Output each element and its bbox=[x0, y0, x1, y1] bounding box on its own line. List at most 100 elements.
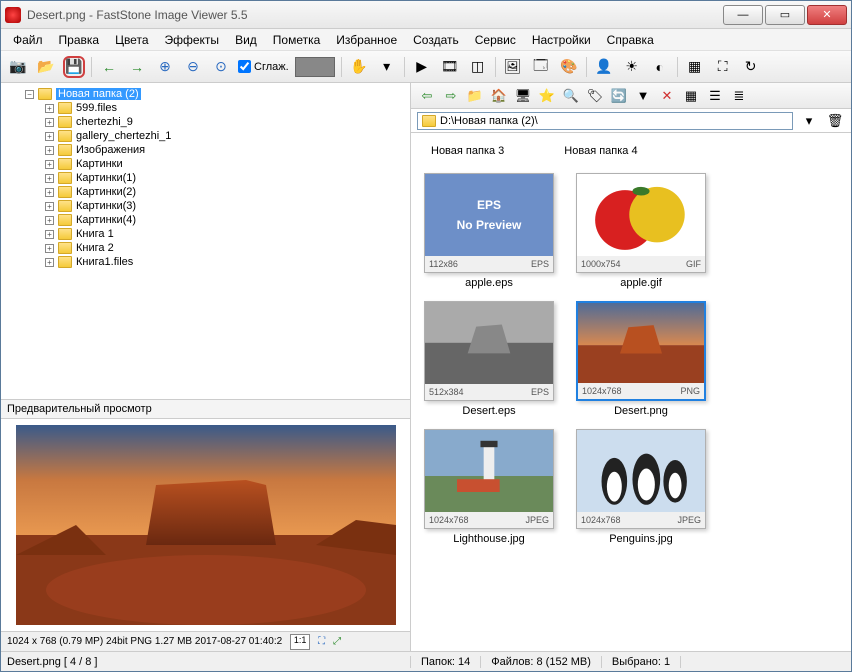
thumbnail[interactable]: 512x384EPSDesert.eps bbox=[419, 301, 559, 417]
preview-image[interactable] bbox=[1, 419, 410, 631]
menu-file[interactable]: Файл bbox=[7, 31, 49, 49]
tree-item[interactable]: +gallery_chertezhi_1 bbox=[5, 129, 406, 143]
smooth-checkbox[interactable]: Сглаж. bbox=[238, 60, 289, 73]
tree-root[interactable]: − Новая папка (2) bbox=[5, 87, 406, 101]
expand-icon[interactable]: + bbox=[45, 230, 54, 239]
thumb-box[interactable]: 1024x768PNG bbox=[576, 301, 706, 401]
desktop-icon[interactable]: 🖥 bbox=[513, 86, 533, 106]
contrast-icon[interactable]: ◐ bbox=[649, 56, 671, 78]
thumb-box[interactable]: 1000x754GIF bbox=[576, 173, 706, 273]
thumbnails-area[interactable]: Новая папка 3 Новая папка 4 EPSNo Previe… bbox=[411, 133, 851, 651]
open-icon[interactable]: 📂 bbox=[35, 56, 57, 78]
thumb-box[interactable]: 512x384EPS bbox=[424, 301, 554, 401]
forward-icon[interactable]: ⇨ bbox=[441, 86, 461, 106]
close-button[interactable]: ✕ bbox=[807, 5, 847, 25]
zoom-in-icon[interactable]: ⊕ bbox=[154, 56, 176, 78]
menu-settings[interactable]: Настройки bbox=[526, 31, 597, 49]
folder-label[interactable]: Новая папка 4 bbox=[564, 145, 637, 157]
up-icon[interactable]: 📁 bbox=[465, 86, 485, 106]
thumb-box[interactable]: EPSNo Preview112x86EPS bbox=[424, 173, 554, 273]
menu-colors[interactable]: Цвета bbox=[109, 31, 154, 49]
tree-item[interactable]: +599.files bbox=[5, 101, 406, 115]
tree-item[interactable]: +Книга 1 bbox=[5, 227, 406, 241]
fit-icon[interactable]: ⊙ bbox=[210, 56, 232, 78]
hand-icon[interactable]: ✋ bbox=[348, 56, 370, 78]
expand-icon[interactable]: + bbox=[45, 160, 54, 169]
film-icon[interactable]: 🎞 bbox=[439, 56, 461, 78]
menu-tag[interactable]: Пометка bbox=[267, 31, 327, 49]
save-button[interactable]: 💾 bbox=[63, 56, 85, 78]
expand-icon[interactable]: + bbox=[45, 132, 54, 141]
compare-icon[interactable]: ◫ bbox=[467, 56, 489, 78]
menu-help[interactable]: Справка bbox=[601, 31, 660, 49]
tag-icon[interactable]: 🏷 bbox=[585, 86, 605, 106]
thumbnail[interactable]: 1024x768PNGDesert.png bbox=[571, 301, 711, 417]
history-dropdown-icon[interactable]: ▾ bbox=[799, 111, 819, 131]
view-list-icon[interactable]: ☰ bbox=[705, 86, 725, 106]
fullscreen-icon[interactable]: ⛶ bbox=[318, 636, 325, 647]
expand-icon[interactable]: + bbox=[45, 202, 54, 211]
menu-view[interactable]: Вид bbox=[229, 31, 263, 49]
expand-icon[interactable]: + bbox=[45, 188, 54, 197]
menu-edit[interactable]: Правка bbox=[53, 31, 106, 49]
menu-effects[interactable]: Эффекты bbox=[159, 31, 226, 49]
expand-icon[interactable]: ⤢ bbox=[333, 636, 341, 647]
tree-item[interactable]: +Книга1.files bbox=[5, 255, 406, 269]
maximize-button[interactable]: ▭ bbox=[765, 5, 805, 25]
search-icon[interactable]: 🔍 bbox=[561, 86, 581, 106]
trash-icon[interactable]: 🗑 bbox=[825, 111, 845, 131]
image3-icon[interactable]: 🎨 bbox=[558, 56, 580, 78]
expand-icon[interactable]: + bbox=[45, 146, 54, 155]
expand-icon[interactable]: + bbox=[45, 118, 54, 127]
resize-icon[interactable]: ⛶ bbox=[712, 56, 734, 78]
image1-icon[interactable]: 🖼 bbox=[502, 56, 524, 78]
smooth-input[interactable] bbox=[238, 60, 251, 73]
image2-icon[interactable]: 🗔 bbox=[530, 56, 552, 78]
tree-item[interactable]: +Картинки bbox=[5, 157, 406, 171]
tree-item[interactable]: +Изображения bbox=[5, 143, 406, 157]
chevron-down-icon[interactable]: ▾ bbox=[376, 56, 398, 78]
folder-tree[interactable]: − Новая папка (2) +599.files+chertezhi_9… bbox=[1, 83, 410, 399]
tree-item[interactable]: +Картинки(4) bbox=[5, 213, 406, 227]
menu-favorites[interactable]: Избранное bbox=[330, 31, 403, 49]
expand-icon[interactable]: + bbox=[45, 216, 54, 225]
zoom-out-icon[interactable]: ⊖ bbox=[182, 56, 204, 78]
filter-icon[interactable]: ▼ bbox=[633, 86, 653, 106]
thumbnail[interactable]: 1024x768JPEGPenguins.jpg bbox=[571, 429, 711, 545]
view-thumbs-icon[interactable]: ▦ bbox=[681, 86, 701, 106]
back-icon[interactable]: ⇦ bbox=[417, 86, 437, 106]
crop-icon[interactable]: ▦ bbox=[684, 56, 706, 78]
expand-icon[interactable]: + bbox=[45, 258, 54, 267]
thumbnail[interactable]: 1024x768JPEGLighthouse.jpg bbox=[419, 429, 559, 545]
collapse-icon[interactable]: − bbox=[25, 90, 34, 99]
home-icon[interactable]: 🏠 bbox=[489, 86, 509, 106]
rotate-icon[interactable]: ↻ bbox=[740, 56, 762, 78]
path-input[interactable]: D:\Новая папка (2)\ bbox=[417, 112, 793, 130]
tree-item[interactable]: +Картинки(3) bbox=[5, 199, 406, 213]
minimize-button[interactable]: ― bbox=[723, 5, 763, 25]
forward-icon[interactable]: → bbox=[126, 56, 148, 78]
thumbnail[interactable]: 1000x754GIFapple.gif bbox=[571, 173, 711, 289]
expand-icon[interactable]: + bbox=[45, 104, 54, 113]
thumbnail[interactable]: EPSNo Preview112x86EPSapple.eps bbox=[419, 173, 559, 289]
menu-create[interactable]: Создать bbox=[407, 31, 465, 49]
tree-item[interactable]: +Картинки(1) bbox=[5, 171, 406, 185]
tree-item[interactable]: +Картинки(2) bbox=[5, 185, 406, 199]
tree-item[interactable]: +Книга 2 bbox=[5, 241, 406, 255]
folder-label[interactable]: Новая папка 3 bbox=[431, 145, 504, 157]
sun-icon[interactable]: ☀ bbox=[621, 56, 643, 78]
thumb-box[interactable]: 1024x768JPEG bbox=[424, 429, 554, 529]
refresh-icon[interactable]: 🔄 bbox=[609, 86, 629, 106]
camera-icon[interactable]: 📷 bbox=[7, 56, 29, 78]
delete-icon[interactable]: ✕ bbox=[657, 86, 677, 106]
slideshow-icon[interactable]: ▶ bbox=[411, 56, 433, 78]
color-dropdown[interactable] bbox=[295, 57, 335, 77]
star-icon[interactable]: ⭐ bbox=[537, 86, 557, 106]
expand-icon[interactable]: + bbox=[45, 244, 54, 253]
scan-icon[interactable]: 👤 bbox=[593, 56, 615, 78]
expand-icon[interactable]: + bbox=[45, 174, 54, 183]
tree-item[interactable]: +chertezhi_9 bbox=[5, 115, 406, 129]
thumb-box[interactable]: 1024x768JPEG bbox=[576, 429, 706, 529]
back-icon[interactable]: ← bbox=[98, 56, 120, 78]
view-details-icon[interactable]: ≣ bbox=[729, 86, 749, 106]
